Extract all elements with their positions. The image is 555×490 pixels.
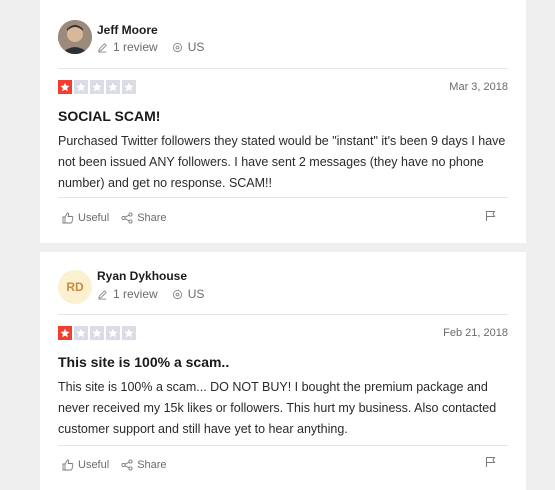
useful-label: Useful: [78, 459, 110, 471]
share-button[interactable]: Share: [121, 459, 167, 471]
pencil-icon: [97, 289, 108, 300]
reviewer-name[interactable]: Jeff Moore: [97, 23, 158, 37]
location-icon: [172, 289, 183, 300]
star-icon: [122, 326, 136, 340]
flag-icon[interactable]: [485, 209, 496, 227]
star-icon: [106, 80, 120, 94]
review-body: Purchased Twitter followers they stated …: [58, 134, 506, 190]
star-rating: [58, 80, 136, 94]
review-date: Feb 21, 2018: [443, 327, 508, 339]
star-icon: [122, 80, 136, 94]
flag-icon[interactable]: [485, 455, 496, 473]
review-body: This site is 100% a scam... DO NOT BUY! …: [58, 380, 497, 436]
reviewer-country: US: [187, 40, 205, 54]
share-icon: [121, 212, 133, 224]
thumbs-up-icon: [62, 459, 74, 471]
divider: [58, 445, 508, 446]
share-icon: [121, 459, 133, 471]
share-label: Share: [137, 459, 167, 471]
avatar[interactable]: RD: [58, 270, 92, 304]
divider: [58, 197, 508, 198]
share-label: Share: [137, 212, 167, 224]
star-icon: [58, 326, 72, 340]
star-rating: [58, 326, 136, 340]
reviewer-meta: 1 review US: [97, 40, 204, 54]
review-title[interactable]: This site is 100% a scam..: [58, 354, 229, 370]
reviewer-name[interactable]: Ryan Dykhouse: [97, 269, 187, 283]
divider: [58, 68, 508, 69]
star-icon: [74, 80, 88, 94]
review-title[interactable]: SOCIAL SCAM!: [58, 108, 160, 124]
review-actions: Useful Share: [62, 459, 179, 471]
useful-label: Useful: [78, 212, 110, 224]
useful-button[interactable]: Useful: [62, 459, 109, 471]
avatar[interactable]: [58, 20, 92, 54]
reviewer-country: US: [187, 287, 205, 301]
thumbs-up-icon: [62, 212, 74, 224]
review-count: 1 review: [113, 287, 158, 301]
review-count: 1 review: [113, 40, 158, 54]
review-date: Mar 3, 2018: [449, 81, 508, 93]
review-card: RD Ryan Dykhouse 1 review US Feb 21, 201…: [40, 252, 526, 490]
pencil-icon: [97, 42, 108, 53]
star-icon: [90, 80, 104, 94]
star-icon: [58, 80, 72, 94]
location-icon: [172, 42, 183, 53]
star-icon: [106, 326, 120, 340]
review-actions: Useful Share: [62, 212, 179, 224]
star-icon: [90, 326, 104, 340]
review-card: Jeff Moore 1 review US Mar 3, 2018 SOCIA…: [40, 0, 526, 243]
star-icon: [74, 326, 88, 340]
divider: [58, 314, 508, 315]
reviewer-meta: 1 review US: [97, 287, 204, 301]
share-button[interactable]: Share: [121, 212, 167, 224]
useful-button[interactable]: Useful: [62, 212, 109, 224]
